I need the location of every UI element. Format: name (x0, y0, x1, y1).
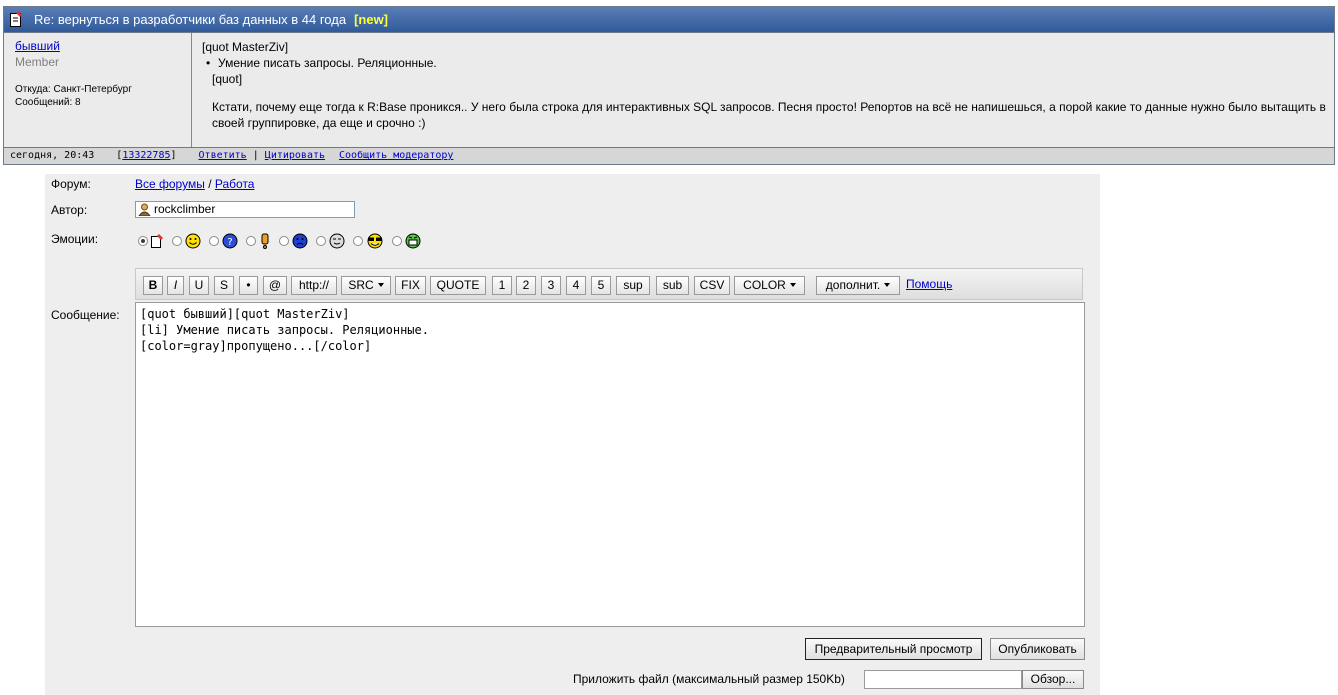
author-location: Откуда: Санкт-Петербург (15, 84, 132, 95)
smile-icon (185, 233, 201, 249)
post-footer: сегодня, 20:43 [13322785] Ответить | Цитир… (4, 147, 1334, 164)
breadcrumb: Все форумы / Работа (135, 177, 254, 191)
sad-icon (292, 233, 308, 249)
author-message-count: Сообщений: 8 (15, 97, 81, 108)
emotions-group: ? (138, 231, 429, 251)
author-meta: Откуда: Санкт-Петербург Сообщений: 8 (15, 83, 191, 109)
author-role: Member (15, 55, 60, 69)
preview-button[interactable]: Предварительный просмотр (805, 638, 982, 660)
email-button[interactable]: @ (263, 276, 287, 295)
post-body: бывший Member Откуда: Санкт-Петербург Со… (4, 32, 1334, 147)
cool-icon (367, 233, 383, 249)
strike-button[interactable]: S (214, 276, 234, 295)
forum-label: Форум: (51, 177, 91, 191)
exclamation-icon (261, 233, 269, 249)
post-paragraph: Кстати, почему еще тогда к R:Base проник… (212, 100, 1326, 130)
header1-button[interactable]: 1 (492, 276, 512, 295)
file-path-input[interactable] (864, 670, 1022, 689)
quote-open: [quot MasterZiv] (202, 40, 289, 54)
emotion-radio[interactable] (392, 236, 402, 246)
user-icon (138, 203, 151, 216)
emotion-radio[interactable] (209, 236, 219, 246)
fix-button[interactable]: FIX (395, 276, 426, 295)
message-label: Сообщение: (51, 308, 120, 322)
laugh-icon (405, 233, 421, 249)
emotions-label: Эмоции: (51, 232, 99, 246)
browse-button[interactable]: Обзор... (1022, 670, 1084, 689)
post-text: [quot MasterZiv] Умение писать запросы. … (192, 33, 1334, 147)
message-textarea[interactable]: [quot бывший][quot MasterZiv] [li] Умени… (135, 302, 1085, 627)
reply-link[interactable]: Ответить (199, 150, 247, 161)
author-label: Автор: (51, 203, 88, 217)
forum-work-link[interactable]: Работа (215, 177, 255, 191)
breadcrumb-separator: / (208, 177, 212, 191)
post-time: сегодня, 20:43 (10, 150, 95, 161)
csv-button[interactable]: CSV (694, 276, 730, 295)
src-label: SRC (348, 278, 374, 292)
all-forums-link[interactable]: Все форумы (135, 177, 205, 191)
emotion-option-wink[interactable] (316, 233, 345, 249)
post-title: Re: вернуться в разработчики баз данных … (34, 12, 389, 27)
header3-button[interactable]: 3 (541, 276, 561, 295)
emotion-option-laugh[interactable] (392, 233, 421, 249)
list-item: Умение писать запросы. Реляционные. (202, 55, 1334, 71)
emotion-option-cool[interactable] (353, 233, 384, 249)
post-id-link[interactable]: 13322785 (122, 150, 170, 161)
post-icon (10, 11, 22, 27)
src-dropdown[interactable]: SRC (341, 276, 391, 295)
emotion-radio[interactable] (353, 236, 363, 246)
emotion-radio[interactable] (246, 236, 256, 246)
emotion-option-smile[interactable] (172, 233, 201, 249)
formatting-toolbar: B I U S • @ http:// SRC FIX QUOTE 1 2 3 … (135, 268, 1083, 300)
new-badge: [new] (354, 12, 389, 27)
note-icon (151, 234, 163, 248)
question-icon: ? (222, 233, 238, 249)
footer-separator: | (252, 150, 259, 161)
forum-post: Re: вернуться в разработчики баз данных … (3, 6, 1335, 165)
italic-button[interactable]: I (167, 276, 184, 295)
post-id-wrap: [13322785] (116, 150, 177, 161)
header2-button[interactable]: 2 (516, 276, 536, 295)
color-dropdown[interactable]: COLOR (734, 276, 805, 295)
emotion-radio[interactable] (138, 236, 148, 246)
quote-link[interactable]: Цитировать (265, 150, 325, 161)
post-author-panel: бывший Member Откуда: Санкт-Петербург Со… (4, 33, 192, 147)
quote-close: [quot] (212, 72, 243, 86)
emotion-option-exclamation[interactable] (246, 233, 271, 249)
bullet-button[interactable]: • (239, 276, 258, 295)
header5-button[interactable]: 5 (591, 276, 611, 295)
header4-button[interactable]: 4 (566, 276, 586, 295)
wink-icon (329, 233, 345, 249)
svg-text:?: ? (227, 237, 232, 248)
author-value: rockclimber (154, 202, 216, 216)
chevron-down-icon (377, 282, 384, 287)
author-link[interactable]: бывший (15, 39, 191, 53)
more-dropdown[interactable]: дополнит. (816, 276, 900, 295)
more-label: дополнит. (825, 278, 881, 292)
emotion-radio[interactable] (172, 236, 182, 246)
underline-button[interactable]: U (189, 276, 209, 295)
chevron-down-icon (789, 282, 796, 287)
publish-button[interactable]: Опубликовать (990, 638, 1085, 660)
chevron-down-icon (884, 282, 891, 287)
url-button[interactable]: http:// (291, 276, 337, 295)
emotion-option-note[interactable] (138, 233, 164, 249)
reply-form: Форум: Все форумы / Работа Автор: rockcl… (45, 174, 1100, 695)
report-link[interactable]: Сообщить модератору (339, 150, 453, 161)
emotion-option-question[interactable]: ? (209, 233, 238, 249)
author-field[interactable]: rockclimber (135, 201, 355, 218)
sup-button[interactable]: sup (616, 276, 650, 295)
sub-button[interactable]: sub (656, 276, 689, 295)
bold-button[interactable]: B (143, 276, 163, 295)
color-label: COLOR (743, 278, 786, 292)
emotion-radio[interactable] (279, 236, 289, 246)
help-link[interactable]: Помощь (906, 277, 952, 291)
emotion-option-sad[interactable] (279, 233, 308, 249)
attach-file-label: Приложить файл (максимальный размер 150K… (573, 672, 845, 686)
emotion-radio[interactable] (316, 236, 326, 246)
post-header: Re: вернуться в разработчики баз данных … (4, 7, 1334, 32)
quote-button[interactable]: QUOTE (430, 276, 486, 295)
